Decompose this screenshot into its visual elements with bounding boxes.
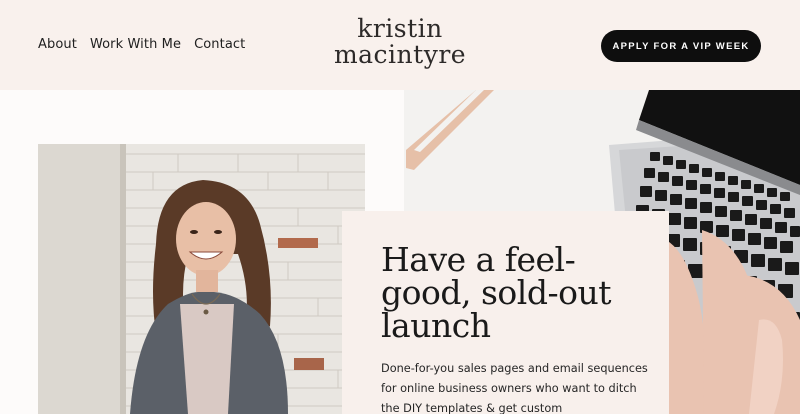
hero-card: Have a feel-good, sold-out launch Done-f… (342, 211, 669, 414)
red-brick (278, 238, 318, 248)
apply-vip-week-button[interactable]: APPLY FOR A VIP WEEK (601, 30, 761, 62)
hero-headline: Have a feel-good, sold-out launch (381, 240, 611, 345)
nav-link-about[interactable]: About (38, 37, 77, 52)
site-header: About Work With Me Contact kristin macin… (0, 0, 800, 90)
main-nav: About Work With Me Contact (38, 37, 245, 52)
logo-line-1: kristin (357, 14, 443, 43)
logo-line-2: macintyre (333, 40, 467, 69)
top (180, 304, 234, 414)
nav-link-work-with-me[interactable]: Work With Me (90, 37, 181, 52)
hero-body-text: Done-for-you sales pages and email seque… (381, 362, 648, 414)
portrait-illustration (38, 144, 365, 414)
site-logo[interactable]: kristin macintyre (332, 16, 468, 68)
portrait-photo (38, 144, 365, 414)
face (176, 202, 236, 276)
nav-link-contact[interactable]: Contact (194, 37, 245, 52)
red-brick (294, 358, 324, 370)
